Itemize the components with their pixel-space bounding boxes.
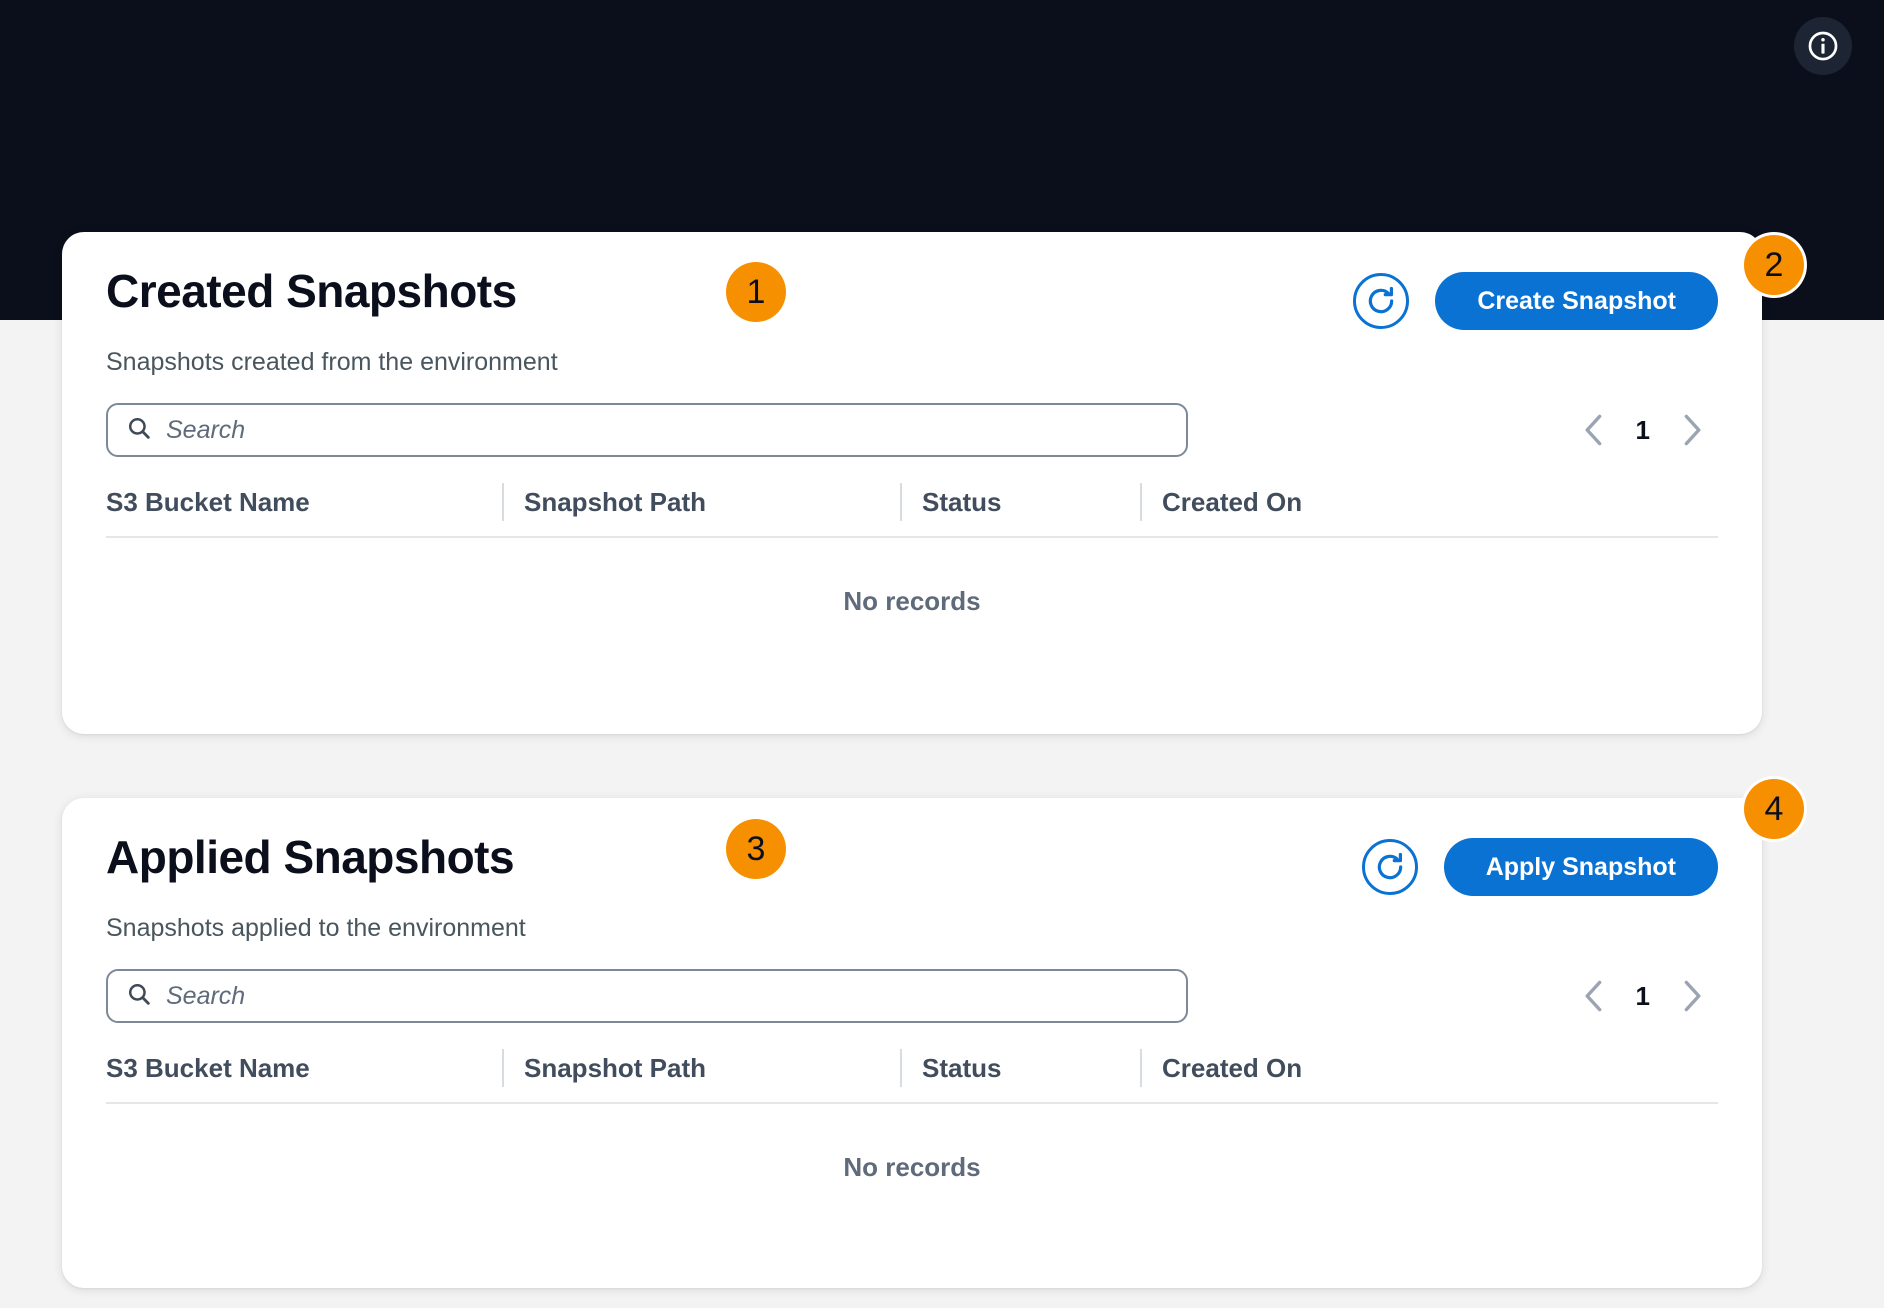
search-input[interactable]: Search: [106, 969, 1188, 1023]
column-header-s3-bucket-name[interactable]: S3 Bucket Name: [106, 487, 524, 518]
chevron-left-icon[interactable]: [1582, 413, 1606, 447]
applied-snapshots-actions: Apply Snapshot: [1362, 834, 1718, 896]
created-snapshots-title: Created Snapshots: [106, 268, 517, 314]
info-circle-icon[interactable]: [1794, 17, 1852, 75]
column-header-status[interactable]: Status: [922, 487, 1162, 518]
create-snapshot-button[interactable]: Create Snapshot: [1435, 272, 1718, 330]
column-header-created-on[interactable]: Created On: [1162, 1053, 1462, 1084]
created-snapshots-header: Created Snapshots Create Snapshot: [62, 232, 1762, 330]
applied-snapshots-subtitle: Snapshots applied to the environment: [62, 896, 1762, 943]
column-header-snapshot-path[interactable]: Snapshot Path: [524, 487, 922, 518]
created-snapshots-filter-row: Search 1: [62, 377, 1762, 457]
column-header-snapshot-path[interactable]: Snapshot Path: [524, 1053, 922, 1084]
applied-snapshots-filter-row: Search 1: [62, 943, 1762, 1023]
annotation-badge-3: 3: [726, 819, 786, 879]
empty-state-message: No records: [106, 538, 1718, 617]
search-icon: [126, 981, 152, 1012]
chevron-right-icon[interactable]: [1680, 413, 1704, 447]
created-snapshots-pagination: 1: [1582, 413, 1718, 447]
table-header-row: S3 Bucket Name Snapshot Path Status Crea…: [106, 1053, 1718, 1104]
applied-snapshots-title: Applied Snapshots: [106, 834, 514, 880]
annotation-badge-1: 1: [726, 262, 786, 322]
page-number[interactable]: 1: [1636, 415, 1650, 446]
created-snapshots-table: S3 Bucket Name Snapshot Path Status Crea…: [62, 487, 1762, 617]
page-root: RES Environment Management Snapshot Mana…: [0, 0, 1884, 1308]
chevron-left-icon[interactable]: [1582, 979, 1606, 1013]
search-icon: [126, 415, 152, 446]
created-snapshots-actions: Create Snapshot: [1353, 268, 1718, 330]
apply-snapshot-button[interactable]: Apply Snapshot: [1444, 838, 1718, 896]
refresh-icon[interactable]: [1353, 273, 1409, 329]
search-input[interactable]: Search: [106, 403, 1188, 457]
column-header-s3-bucket-name[interactable]: S3 Bucket Name: [106, 1053, 524, 1084]
created-snapshots-card: Created Snapshots Create Snapshot Snapsh…: [62, 232, 1762, 734]
applied-snapshots-pagination: 1: [1582, 979, 1718, 1013]
applied-snapshots-card: Applied Snapshots Apply Snapshot Snapsho…: [62, 798, 1762, 1288]
column-header-status[interactable]: Status: [922, 1053, 1162, 1084]
page-number[interactable]: 1: [1636, 981, 1650, 1012]
created-snapshots-subtitle: Snapshots created from the environment: [62, 330, 1762, 377]
column-header-created-on[interactable]: Created On: [1162, 487, 1462, 518]
annotation-badge-4: 4: [1744, 779, 1804, 839]
search-placeholder: Search: [166, 416, 245, 445]
annotation-badge-2: 2: [1744, 235, 1804, 295]
table-header-row: S3 Bucket Name Snapshot Path Status Crea…: [106, 487, 1718, 538]
chevron-right-icon[interactable]: [1680, 979, 1704, 1013]
refresh-icon[interactable]: [1362, 839, 1418, 895]
search-placeholder: Search: [166, 982, 245, 1011]
applied-snapshots-header: Applied Snapshots Apply Snapshot: [62, 798, 1762, 896]
applied-snapshots-table: S3 Bucket Name Snapshot Path Status Crea…: [62, 1053, 1762, 1183]
empty-state-message: No records: [106, 1104, 1718, 1183]
